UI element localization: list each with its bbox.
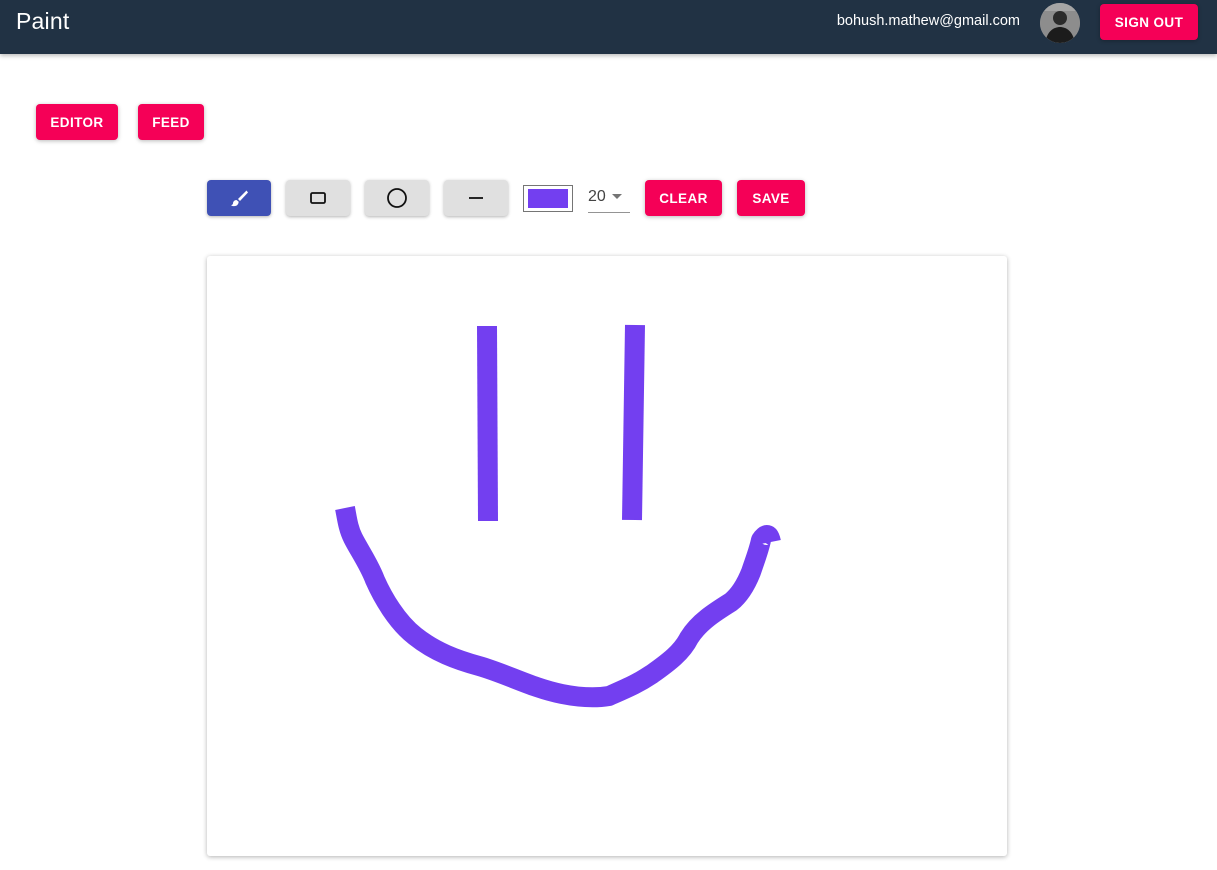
stroke-right-eye xyxy=(622,324,645,521)
line-tool-button[interactable] xyxy=(444,180,508,216)
color-preview xyxy=(528,189,568,208)
stroke-smile xyxy=(335,506,781,708)
stroke-left-eye xyxy=(477,325,498,522)
drawing-strokes xyxy=(335,324,781,708)
line-icon xyxy=(469,197,483,199)
circle-tool-button[interactable] xyxy=(365,180,429,216)
brush-icon xyxy=(231,190,248,207)
rectangle-tool-button[interactable] xyxy=(286,180,350,216)
app-title: Paint xyxy=(16,8,70,34)
clear-button[interactable]: CLEAR xyxy=(645,180,722,216)
color-picker[interactable] xyxy=(523,185,573,212)
editor-nav-button[interactable]: EDITOR xyxy=(36,104,118,140)
circle-icon xyxy=(387,188,407,208)
rectangle-icon xyxy=(310,192,326,204)
user-avatar-icon[interactable] xyxy=(1040,3,1080,43)
user-email: bohush.mathew@gmail.com xyxy=(836,13,1020,29)
brush-tool-button[interactable] xyxy=(207,180,271,216)
save-button[interactable]: SAVE xyxy=(737,180,805,216)
drawing-canvas[interactable] xyxy=(207,256,1007,856)
feed-nav-button[interactable]: FEED xyxy=(138,104,204,140)
sign-out-button[interactable]: SIGN OUT xyxy=(1100,4,1198,40)
brush-size-select[interactable]: 20 xyxy=(588,183,630,213)
brush-size-value: 20 xyxy=(588,188,606,205)
app-bar: Paint bohush.mathew@gmail.com SIGN OUT xyxy=(0,0,1217,54)
dropdown-arrow-icon xyxy=(612,194,622,199)
